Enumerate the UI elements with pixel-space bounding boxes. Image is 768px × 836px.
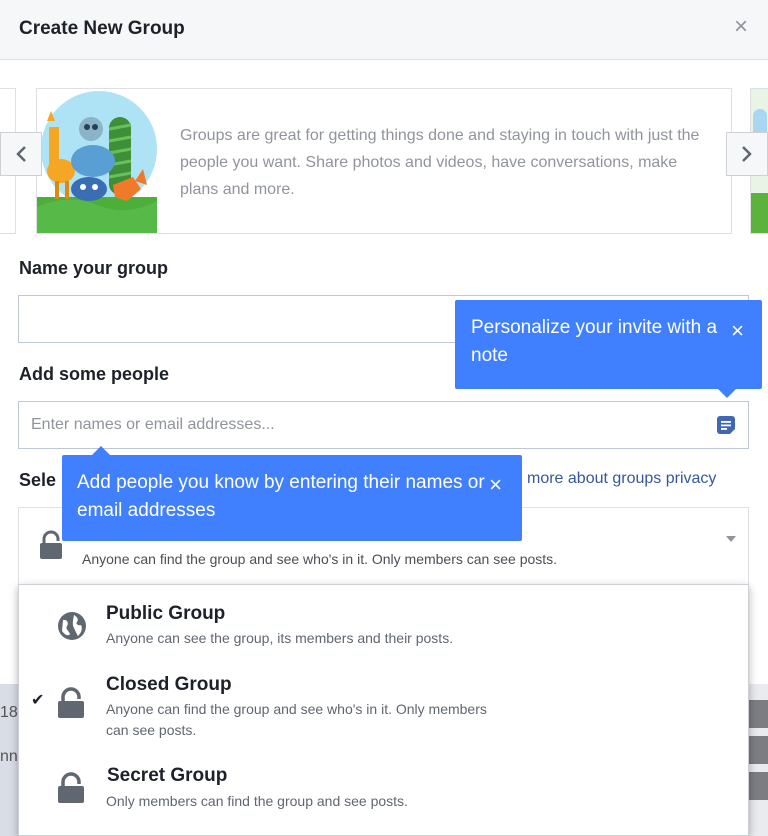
background-left-strip: 18 nn xyxy=(0,680,20,836)
add-people-label: Add some people xyxy=(19,364,170,384)
privacy-option-closed[interactable]: ✔ Closed Group Anyone can find the group… xyxy=(19,657,750,745)
intro-carousel: Groups are great for getting things done… xyxy=(0,88,768,234)
background-thumbnail xyxy=(748,772,768,800)
learn-more-privacy-link[interactable]: more about groups privacy xyxy=(527,470,716,488)
dropdown-caret-icon xyxy=(726,536,736,542)
background-fragment-text: nn xyxy=(0,748,18,765)
option-description: Anyone can see the group, its members an… xyxy=(106,630,454,646)
lock-icon xyxy=(58,687,84,718)
close-icon[interactable]: × xyxy=(728,14,754,40)
option-description: Anyone can find the group and see who's … xyxy=(106,701,487,738)
option-name: Public Group xyxy=(106,603,226,624)
option-name: Secret Group xyxy=(107,765,228,786)
dialog-header: Create New Group × xyxy=(0,0,768,60)
add-people-field[interactable] xyxy=(18,401,749,449)
chevron-right-icon xyxy=(742,146,752,162)
privacy-select-description: Anyone can find the group and see who's … xyxy=(82,551,558,567)
close-icon[interactable]: × xyxy=(731,320,744,342)
option-name: Closed Group xyxy=(106,674,232,695)
carousel-card: Groups are great for getting things done… xyxy=(36,88,732,234)
tooltip-text: Add people you know by entering their na… xyxy=(77,472,485,521)
close-icon[interactable]: × xyxy=(489,474,502,496)
select-privacy-label: Sele xyxy=(19,470,57,490)
carousel-description: Groups are great for getting things done… xyxy=(180,127,700,198)
background-thumbnail xyxy=(748,700,768,728)
option-description: Only members can find the group and see … xyxy=(106,793,408,809)
background-fragment-text: 18 xyxy=(0,704,18,721)
add-people-input[interactable] xyxy=(19,402,748,448)
background-right-strip xyxy=(748,700,768,836)
carousel-prev-button[interactable] xyxy=(0,132,42,176)
tooltip-tail xyxy=(92,446,110,455)
carousel-next-button[interactable] xyxy=(726,132,768,176)
lock-icon xyxy=(58,772,84,803)
globe-icon xyxy=(58,612,86,640)
privacy-option-secret[interactable]: Secret Group Only members can find the g… xyxy=(19,745,750,835)
invite-note-tooltip: Personalize your invite with a note × xyxy=(455,300,762,398)
background-thumbnail xyxy=(748,736,768,764)
next-card-grass xyxy=(751,193,768,233)
name-group-label: Name your group xyxy=(19,258,169,278)
tooltip-tail xyxy=(718,389,736,398)
note-icon[interactable] xyxy=(716,415,736,435)
checkmark-icon: ✔ xyxy=(31,692,45,709)
chevron-left-icon xyxy=(16,146,26,162)
lock-icon xyxy=(40,530,62,559)
privacy-dropdown-menu: Public Group Anyone can see the group, i… xyxy=(18,584,749,836)
add-people-tooltip: Add people you know by entering their na… xyxy=(62,446,522,541)
groups-illustration xyxy=(37,89,157,233)
privacy-option-public[interactable]: Public Group Anyone can see the group, i… xyxy=(19,585,750,657)
tooltip-text: Personalize your invite with a note xyxy=(471,317,718,366)
dialog-title: Create New Group xyxy=(19,18,185,39)
